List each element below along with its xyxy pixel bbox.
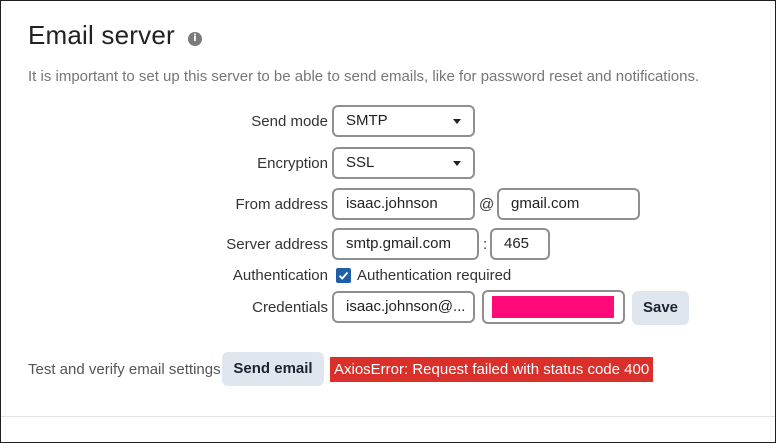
chevron-down-icon — [453, 161, 461, 166]
send-email-button[interactable]: Send email — [222, 352, 324, 386]
chevron-down-icon — [453, 119, 461, 124]
credentials-label: Credentials — [252, 299, 328, 316]
authentication-checkbox-label[interactable]: Authentication required — [357, 267, 511, 284]
info-icon[interactable]: i — [188, 32, 202, 46]
encryption-value: SSL — [346, 154, 375, 171]
credentials-password-input[interactable] — [482, 290, 625, 324]
from-domain-input[interactable]: gmail.com — [497, 188, 640, 220]
server-port-input[interactable]: 465 — [490, 228, 550, 260]
encryption-select[interactable]: SSL — [332, 147, 475, 179]
send-mode-value: SMTP — [346, 112, 388, 129]
from-address-label: From address — [235, 196, 328, 213]
send-mode-select[interactable]: SMTP — [332, 105, 475, 137]
page-title: Email server — [28, 20, 175, 50]
colon-separator: : — [483, 236, 488, 253]
password-redaction — [492, 296, 614, 318]
credentials-username-input[interactable]: isaac.johnson@... — [332, 291, 475, 323]
at-separator: @ — [479, 196, 495, 213]
checkmark-icon — [338, 271, 349, 280]
section-description: It is important to set up this server to… — [28, 68, 700, 85]
test-settings-label: Test and verify email settings — [28, 361, 221, 378]
authentication-checkbox[interactable] — [336, 268, 351, 283]
authentication-label: Authentication — [232, 267, 328, 284]
save-button[interactable]: Save — [632, 291, 689, 325]
from-user-input[interactable]: isaac.johnson — [332, 188, 475, 220]
server-address-label: Server address — [226, 236, 328, 253]
divider — [1, 416, 775, 417]
server-host-input[interactable]: smtp.gmail.com — [332, 228, 479, 260]
error-message: AxiosError: Request failed with status c… — [330, 357, 654, 382]
send-mode-label: Send mode — [251, 113, 328, 130]
encryption-label: Encryption — [257, 155, 328, 172]
